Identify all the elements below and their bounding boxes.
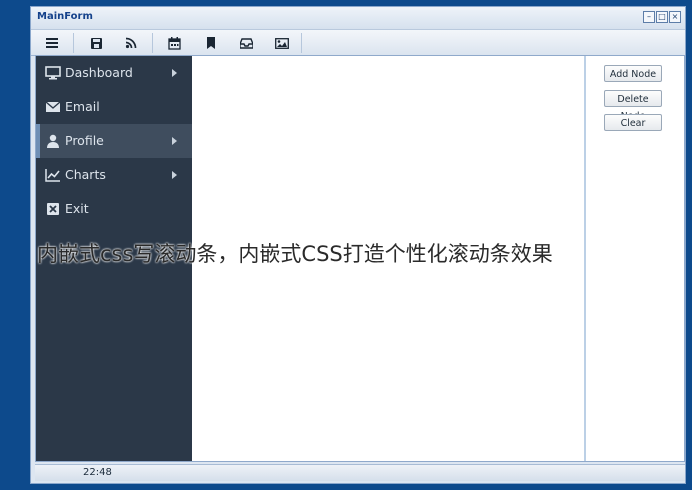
- save-icon[interactable]: [87, 34, 105, 52]
- sidebar-item-email[interactable]: Email: [36, 90, 192, 124]
- calendar-icon[interactable]: [165, 34, 183, 52]
- delete-node-button[interactable]: Delete Node: [604, 90, 662, 122]
- panel-divider[interactable]: [584, 56, 586, 461]
- status-time: 22:48: [83, 467, 112, 478]
- minimize-button[interactable]: –: [643, 11, 655, 23]
- overlay-caption: 内嵌式css写滚动条，内嵌式CSS打造个性化滚动条效果: [37, 242, 553, 266]
- line-chart-icon: [45, 168, 61, 182]
- window-controls: – □ ×: [643, 11, 681, 23]
- menu-icon[interactable]: [43, 34, 61, 52]
- sidebar-item-label: Email: [65, 99, 100, 114]
- chevron-right-icon: [172, 171, 177, 179]
- add-node-button[interactable]: Add Node: [604, 65, 662, 82]
- monitor-icon: [45, 66, 61, 80]
- chevron-right-icon: [172, 137, 177, 145]
- window-title: MainForm: [37, 11, 93, 22]
- sidebar-item-profile[interactable]: Profile: [36, 124, 192, 158]
- inbox-icon[interactable]: [237, 34, 255, 52]
- toolbar-separator: [73, 33, 74, 53]
- maximize-button[interactable]: □: [656, 11, 668, 23]
- toolbar: [31, 29, 685, 56]
- sidebar-item-exit[interactable]: Exit: [36, 192, 192, 226]
- image-icon[interactable]: [273, 34, 291, 52]
- sidebar-item-label: Profile: [65, 133, 104, 148]
- sidebar-item-label: Charts: [65, 167, 106, 182]
- sidebar-item-label: Exit: [65, 201, 89, 216]
- clear-button[interactable]: Clear: [604, 114, 662, 131]
- status-bar: 22:48: [35, 464, 685, 481]
- chevron-right-icon: [172, 69, 177, 77]
- sidebar-item-label: Dashboard: [65, 65, 133, 80]
- toolbar-separator: [152, 33, 153, 53]
- toolbar-separator: [301, 33, 302, 53]
- title-bar[interactable]: MainForm – □ ×: [31, 7, 685, 29]
- bookmark-icon[interactable]: [202, 34, 220, 52]
- sidebar-item-dashboard[interactable]: Dashboard: [36, 56, 192, 90]
- sidebar-item-charts[interactable]: Charts: [36, 158, 192, 192]
- envelope-icon: [45, 100, 61, 114]
- close-box-icon: [45, 202, 61, 216]
- close-button[interactable]: ×: [669, 11, 681, 23]
- user-icon: [45, 134, 61, 148]
- rss-icon[interactable]: [122, 34, 140, 52]
